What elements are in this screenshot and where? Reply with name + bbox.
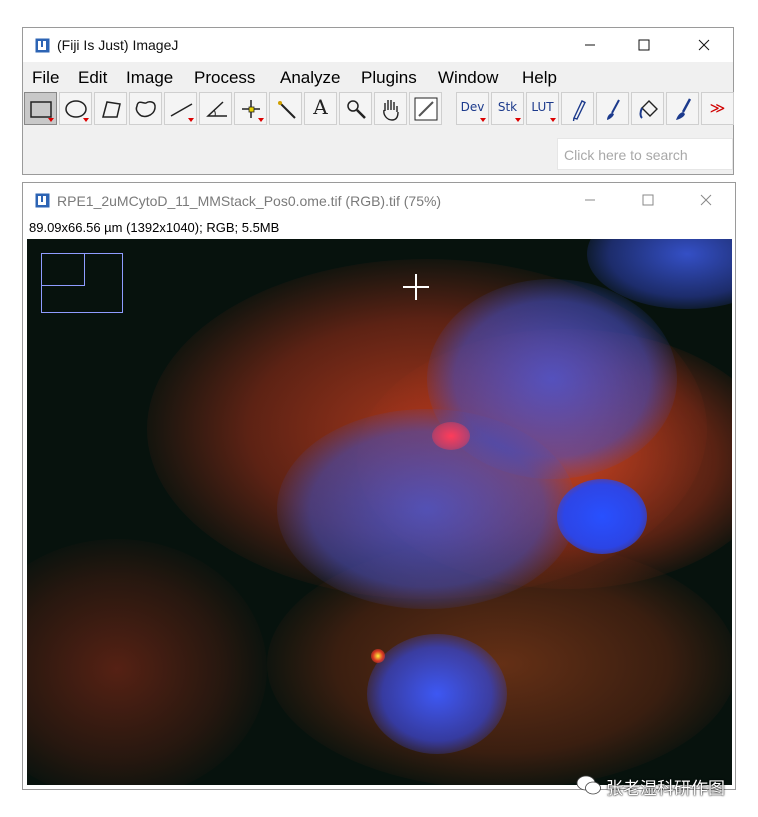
line-tool[interactable] bbox=[164, 92, 197, 125]
paintbrush-icon bbox=[676, 98, 692, 120]
oval-tool[interactable] bbox=[59, 92, 92, 125]
fiji-app-icon bbox=[35, 193, 50, 208]
wand-tool[interactable] bbox=[269, 92, 302, 125]
maximize-button[interactable] bbox=[625, 183, 671, 217]
text-tool[interactable]: A bbox=[304, 92, 337, 125]
maximize-icon bbox=[638, 39, 650, 51]
dropdown-indicator bbox=[480, 118, 486, 122]
dev-tool[interactable]: Dev bbox=[456, 92, 489, 125]
dev-icon: Dev bbox=[460, 100, 485, 114]
menu-window[interactable]: Window bbox=[438, 68, 498, 88]
dropdown-indicator bbox=[258, 118, 264, 122]
image-window: RPE1_2uMCytoD_11_MMStack_Pos0.ome.tif (R… bbox=[22, 182, 736, 790]
lut-icon: LUT bbox=[531, 100, 554, 114]
stack-tool[interactable]: Stk bbox=[491, 92, 524, 125]
search-input[interactable]: Click here to search bbox=[557, 138, 733, 170]
brush-icon bbox=[607, 99, 620, 120]
wand-icon bbox=[278, 101, 296, 119]
close-button[interactable] bbox=[683, 183, 729, 217]
dropdown-indicator bbox=[83, 118, 89, 122]
nucleus bbox=[277, 409, 577, 609]
fiji-app-icon bbox=[35, 38, 50, 53]
menu-plugins[interactable]: Plugins bbox=[361, 68, 417, 88]
lut-tool[interactable]: LUT bbox=[526, 92, 559, 125]
maximize-icon bbox=[642, 194, 654, 206]
color-picker-tool[interactable] bbox=[409, 92, 442, 125]
menu-analyze[interactable]: Analyze bbox=[280, 68, 340, 88]
dropdown-indicator bbox=[48, 118, 54, 122]
rectangle-tool[interactable] bbox=[24, 92, 57, 125]
close-icon bbox=[700, 194, 712, 206]
pencil-icon bbox=[572, 100, 586, 122]
menu-edit[interactable]: Edit bbox=[78, 68, 107, 88]
cytoplasm-region bbox=[27, 539, 267, 785]
bucket-icon bbox=[639, 100, 658, 119]
scroll-tool[interactable] bbox=[374, 92, 407, 125]
nucleus bbox=[367, 634, 507, 754]
window-title: (Fiji Is Just) ImageJ bbox=[57, 37, 179, 53]
close-button[interactable] bbox=[681, 28, 727, 62]
polygon-tool[interactable] bbox=[94, 92, 127, 125]
dropdown-indicator bbox=[515, 118, 521, 122]
title-bar[interactable]: (Fiji Is Just) ImageJ bbox=[23, 28, 733, 62]
angle-icon bbox=[206, 101, 227, 117]
zoom-tool[interactable] bbox=[339, 92, 372, 125]
minimize-icon bbox=[585, 199, 595, 201]
red-spot bbox=[432, 422, 470, 450]
eyedropper-icon bbox=[414, 97, 438, 121]
overview-roi-inner bbox=[41, 253, 85, 286]
imagej-main-window: (Fiji Is Just) ImageJ File Edit Image Pr… bbox=[22, 27, 734, 175]
tool-bar: A Dev Stk LUT ≫ bbox=[24, 92, 734, 126]
nucleus bbox=[557, 479, 647, 554]
image-window-title: RPE1_2uMCytoD_11_MMStack_Pos0.ome.tif (R… bbox=[57, 193, 442, 209]
freehand-icon bbox=[135, 101, 156, 118]
close-icon bbox=[698, 39, 710, 51]
minimize-icon bbox=[585, 44, 595, 46]
paintbrush-tool[interactable] bbox=[666, 92, 699, 125]
flood-fill-tool[interactable] bbox=[631, 92, 664, 125]
brush-tool[interactable] bbox=[596, 92, 629, 125]
polygon-icon bbox=[102, 101, 121, 118]
minimize-button[interactable] bbox=[567, 28, 613, 62]
image-info-line: 89.09x66.56 µm (1392x1040); RGB; 5.5MB bbox=[29, 220, 280, 235]
magnifier-icon bbox=[347, 100, 366, 119]
menu-bar: File Edit Image Process Analyze Plugins … bbox=[23, 63, 733, 91]
point-tool[interactable] bbox=[234, 92, 267, 125]
image-canvas[interactable] bbox=[27, 239, 732, 785]
pencil-tool[interactable] bbox=[561, 92, 594, 125]
image-title-bar[interactable]: RPE1_2uMCytoD_11_MMStack_Pos0.ome.tif (R… bbox=[23, 183, 735, 217]
minimize-button[interactable] bbox=[567, 183, 613, 217]
menu-file[interactable]: File bbox=[32, 68, 59, 88]
hand-icon bbox=[383, 100, 399, 121]
watermark-text: 张老湿科研作图 bbox=[606, 779, 725, 798]
more-tools[interactable]: ≫ bbox=[701, 92, 734, 125]
dropdown-indicator bbox=[188, 118, 194, 122]
text-icon: A bbox=[313, 95, 328, 119]
crosshair-cursor-icon bbox=[403, 274, 429, 300]
angle-tool[interactable] bbox=[199, 92, 232, 125]
menu-help[interactable]: Help bbox=[522, 68, 557, 88]
search-placeholder: Click here to search bbox=[564, 147, 688, 163]
menu-process[interactable]: Process bbox=[194, 68, 255, 88]
red-spot bbox=[371, 649, 385, 663]
dropdown-indicator bbox=[550, 118, 556, 122]
menu-image[interactable]: Image bbox=[126, 68, 173, 88]
freehand-tool[interactable] bbox=[129, 92, 162, 125]
wechat-icon bbox=[576, 775, 601, 795]
more-icon: ≫ bbox=[709, 99, 726, 117]
maximize-button[interactable] bbox=[621, 28, 667, 62]
stack-icon: Stk bbox=[497, 100, 518, 114]
